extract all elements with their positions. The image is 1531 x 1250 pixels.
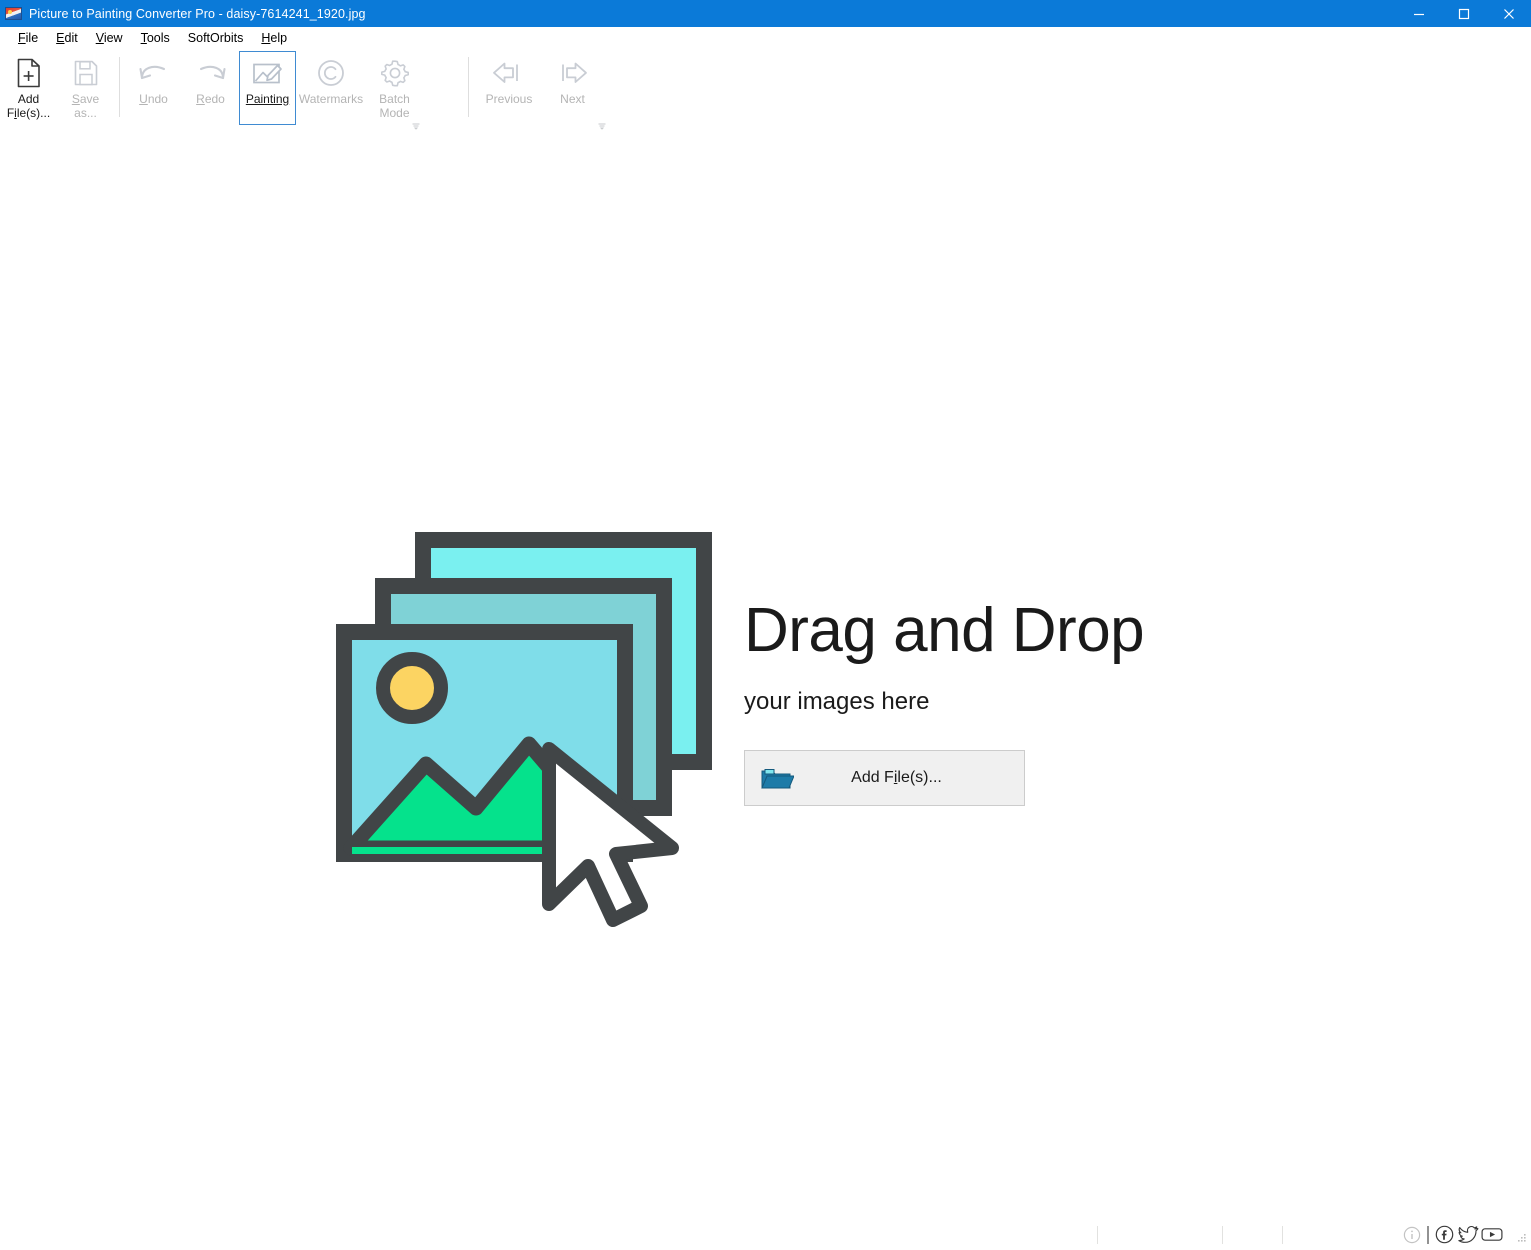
close-button[interactable] bbox=[1486, 0, 1531, 27]
add-file-button[interactable]: Add File(s)... bbox=[744, 750, 1025, 806]
redo-label: Redo bbox=[196, 92, 225, 106]
drop-zone-content: Drag and Drop your images here Add File(… bbox=[336, 528, 1136, 928]
picture-pencil-icon bbox=[251, 58, 285, 88]
menu-accel-edit: E bbox=[56, 31, 64, 45]
menu-item-softorbits[interactable]: SoftOrbits bbox=[179, 29, 253, 47]
menu-label-help: elp bbox=[270, 31, 287, 45]
toolbar: AddFile(s)... Saveas... bbox=[0, 49, 1531, 136]
floppy-disk-icon bbox=[73, 58, 99, 88]
status-separator-1 bbox=[1097, 1226, 1098, 1244]
arrow-right-bar-icon bbox=[555, 58, 591, 88]
youtube-icon[interactable] bbox=[1481, 1224, 1503, 1246]
menu-item-file[interactable]: File bbox=[9, 29, 47, 47]
social-links bbox=[1401, 1224, 1503, 1246]
app-icon bbox=[5, 6, 22, 21]
status-separator-2 bbox=[1222, 1226, 1223, 1244]
open-folder-icon bbox=[759, 763, 795, 793]
undo-label: Undo bbox=[139, 92, 168, 106]
social-separator bbox=[1425, 1224, 1431, 1246]
painting-label: Painting bbox=[246, 92, 289, 106]
next-button[interactable]: Next bbox=[544, 51, 601, 125]
previous-button[interactable]: Previous bbox=[474, 51, 544, 125]
menu-item-view[interactable]: View bbox=[87, 29, 132, 47]
resize-grip[interactable] bbox=[1515, 1232, 1527, 1244]
images-with-cursor-illustration bbox=[336, 528, 726, 928]
toolbar-group-expander-edit[interactable] bbox=[411, 118, 421, 128]
redo-arrow-icon bbox=[194, 58, 228, 88]
add-files-button[interactable]: AddFile(s)... bbox=[0, 51, 57, 125]
drop-subtitle: your images here bbox=[744, 688, 1144, 716]
maximize-button[interactable] bbox=[1441, 0, 1486, 27]
drop-zone-text: Drag and Drop your images here Add File(… bbox=[744, 528, 1144, 806]
twitter-icon[interactable] bbox=[1457, 1224, 1479, 1246]
toolbar-separator-2 bbox=[468, 57, 469, 117]
application-window: Picture to Painting Converter Pro - dais… bbox=[0, 0, 1531, 1247]
watermarks-button[interactable]: Watermarks bbox=[296, 51, 366, 125]
batch-mode-label: BatchMode bbox=[379, 92, 410, 120]
previous-label: Previous bbox=[486, 92, 533, 106]
copyright-icon bbox=[316, 58, 346, 88]
minimize-button[interactable] bbox=[1396, 0, 1441, 27]
gear-icon bbox=[380, 58, 410, 88]
toolbar-group-edit: Undo Redo bbox=[125, 51, 423, 134]
menu-accel-file: F bbox=[18, 31, 26, 45]
toolbar-group-expander-navigation[interactable] bbox=[597, 118, 607, 128]
undo-button[interactable]: Undo bbox=[125, 51, 182, 125]
menu-label-tools: ools bbox=[147, 31, 170, 45]
status-separator-3 bbox=[1282, 1226, 1283, 1244]
document-plus-icon bbox=[16, 58, 42, 88]
save-as-button[interactable]: Saveas... bbox=[57, 51, 114, 125]
arrow-left-bar-icon bbox=[491, 58, 527, 88]
menu-accel-view: V bbox=[96, 31, 104, 45]
painting-button[interactable]: Painting bbox=[239, 51, 296, 125]
watermarks-label: Watermarks bbox=[299, 92, 363, 106]
title-bar: Picture to Painting Converter Pro - dais… bbox=[0, 0, 1531, 27]
status-bar bbox=[0, 1222, 1531, 1247]
drop-title: Drag and Drop bbox=[744, 596, 1144, 666]
menu-label-softorbits: SoftOrbits bbox=[188, 31, 244, 45]
save-as-label: Saveas... bbox=[72, 92, 99, 120]
menu-bar: File Edit View Tools SoftOrbits Help bbox=[0, 27, 1531, 49]
add-file-button-label: Add File(s)... bbox=[795, 769, 1024, 787]
menu-item-tools[interactable]: Tools bbox=[132, 29, 179, 47]
menu-item-edit[interactable]: Edit bbox=[47, 29, 87, 47]
toolbar-group-file: AddFile(s)... Saveas... bbox=[0, 51, 114, 134]
next-label: Next bbox=[560, 92, 585, 106]
info-icon[interactable] bbox=[1401, 1224, 1423, 1246]
toolbar-group-navigation: Previous Next bbox=[474, 51, 601, 134]
menu-label-view: iew bbox=[104, 31, 123, 45]
menu-label-file: ile bbox=[26, 31, 39, 45]
menu-label-edit: dit bbox=[65, 31, 78, 45]
drop-zone[interactable]: Drag and Drop your images here Add File(… bbox=[0, 136, 1531, 1222]
toolbar-separator-1 bbox=[119, 57, 120, 117]
batch-mode-button[interactable]: BatchMode bbox=[366, 51, 423, 125]
undo-arrow-icon bbox=[137, 58, 171, 88]
window-title: Picture to Painting Converter Pro - dais… bbox=[29, 7, 1396, 21]
menu-item-help[interactable]: Help bbox=[252, 29, 296, 47]
add-files-label: AddFile(s)... bbox=[7, 92, 50, 120]
redo-button[interactable]: Redo bbox=[182, 51, 239, 125]
window-controls bbox=[1396, 0, 1531, 27]
facebook-icon[interactable] bbox=[1433, 1224, 1455, 1246]
